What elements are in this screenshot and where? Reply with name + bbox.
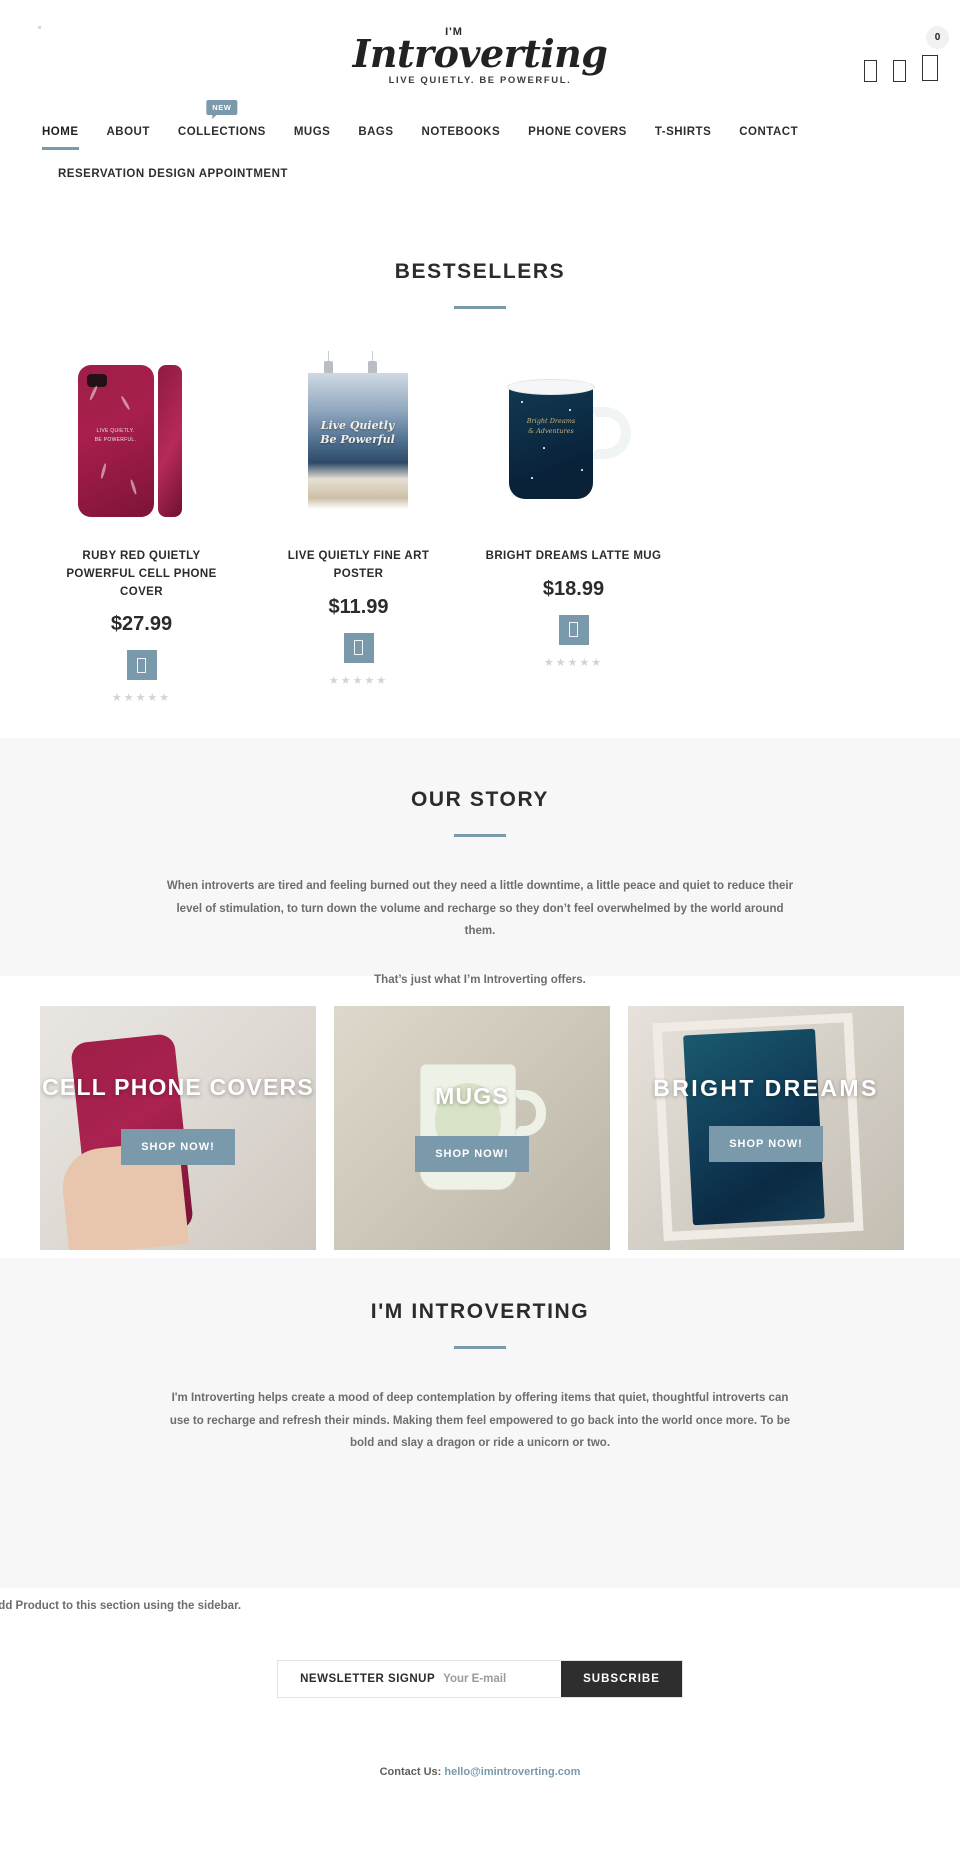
empty-section-placeholder: Add Product to this section using the si… [0,1600,242,1612]
section-rule [454,834,506,838]
nav-label: RESERVATION DESIGN APPOINTMENT [58,168,288,180]
bestsellers-title: BESTSELLERS [394,260,566,283]
contact-label: Contact Us: [379,1766,442,1779]
search-icon[interactable] [864,59,877,82]
category-banner-row: CELL PHONE COVERS SHOP NOW! MUGS SHOP NO… [0,976,960,1251]
product-name: RUBY RED QUIETLY POWERFUL CELL PHONE COV… [66,550,217,598]
nav-row-secondary: RESERVATION DESIGN APPOINTMENT [28,156,960,198]
phone-cover-artwork [62,351,222,526]
nav-item-notebooks[interactable]: NOTEBOOKS [408,122,515,144]
mug-artwork: Bright Dreams & Adventures [491,351,656,526]
nav-item-about[interactable]: ABOUT [93,122,164,144]
subscribe-button[interactable]: SUBSCRIBE [561,1661,682,1698]
mug-handle [587,407,631,459]
newsletter-section: NEWSLETTER SIGNUP SUBSCRIBE [0,1660,960,1699]
cart-icon [354,640,363,656]
phone-front [77,365,154,517]
nav-label: HOME [42,126,79,138]
banner-artwork [334,1006,610,1250]
newsletter-form: NEWSLETTER SIGNUP SUBSCRIBE [277,1660,683,1699]
nav-label: PHONE COVERS [528,126,627,138]
cart-icon [922,55,938,81]
our-story-paragraph-1: When introverts are tired and feeling bu… [166,880,794,938]
logo-tagline: LIVE QUIETLY. BE POWERFUL. [388,74,572,86]
account-icon[interactable] [893,59,906,82]
nav-item-collections[interactable]: NEW COLLECTIONS [164,100,280,144]
poster-sheet: Live Quietly Be Powerful [307,373,408,509]
product-rating-stars: ★★★★★ [328,674,389,687]
shop-now-button[interactable]: SHOP NOW! [415,1135,529,1172]
newsletter-email-input[interactable] [443,1661,562,1698]
product-card[interactable]: Bright Dreams & Adventures BRIGHT DREAMS … [480,351,667,669]
product-price: $18.99 [542,577,605,600]
nav-label: T-SHIRTS [654,126,712,138]
bestsellers-section: BESTSELLERS RUBY RED QUIETLY POWERFUL CE… [0,198,960,704]
nav-item-phone-covers[interactable]: PHONE COVERS [514,122,641,144]
product-price: $27.99 [110,613,173,636]
product-name: LIVE QUIETLY FINE ART POSTER [287,550,430,580]
active-nav-underline [42,147,79,150]
about-brand-paragraph: I'm Introverting helps create a mood of … [169,1392,791,1450]
nav-label: CONTACT [739,126,799,138]
banner-title: MUGS [435,1082,509,1109]
about-brand-title: I'M INTROVERTING [370,1300,590,1324]
add-to-cart-button[interactable] [558,614,589,645]
new-badge: NEW [206,100,238,119]
cart-button[interactable]: 0 [922,26,949,86]
contact-email-link[interactable]: hello@imintroverting.com [444,1766,580,1778]
product-image[interactable] [48,351,235,526]
site-logo[interactable]: I'M Introverting LIVE QUIETLY. BE POWERF… [0,26,960,86]
our-story-section: OUR STORY When introverts are tired and … [0,738,960,986]
cart-icon [137,657,146,673]
section-rule [454,306,506,309]
nav-label: BAGS [358,126,394,138]
category-banner-cell-phone-covers[interactable]: CELL PHONE COVERS SHOP NOW! [40,1006,316,1251]
cart-icon [569,622,578,638]
poster-artwork: Live Quietly Be Powerful [284,351,434,526]
product-name: BRIGHT DREAMS LATTE MUG [485,550,662,562]
poster-caption: Live Quietly Be Powerful [320,419,395,446]
site-footer: Contact Us: hello@imintroverting.com [0,1766,960,1778]
our-story-title: OUR STORY [410,788,550,812]
category-banner-mugs[interactable]: MUGS SHOP NOW! [334,1006,610,1251]
banner-title: CELL PHONE COVERS [42,1073,314,1100]
product-rating-stars: ★★★★★ [111,692,172,705]
product-price: $11.99 [328,595,389,618]
section-rule [454,1346,506,1350]
about-brand-section: I'M INTROVERTING I'm Introverting helps … [0,1258,960,1589]
shop-now-button[interactable]: SHOP NOW! [121,1128,235,1165]
nav-item-contact[interactable]: CONTACT [725,122,812,144]
nav-item-reservation-design-appointment[interactable]: RESERVATION DESIGN APPOINTMENT [44,164,302,186]
nav-label: MUGS [293,126,331,138]
phone-side [157,365,182,517]
site-header: I'M Introverting LIVE QUIETLY. BE POWERF… [0,0,960,112]
product-image[interactable]: Live Quietly Be Powerful [265,351,452,526]
product-image[interactable]: Bright Dreams & Adventures [480,351,667,526]
shop-now-button[interactable]: SHOP NOW! [709,1125,823,1162]
nav-row-primary: HOME ABOUT NEW COLLECTIONS MUGS BAGS NOT… [28,100,960,156]
nav-item-t-shirts[interactable]: T-SHIRTS [641,122,725,144]
product-card[interactable]: RUBY RED QUIETLY POWERFUL CELL PHONE COV… [48,351,235,704]
mug-rim [507,379,595,395]
product-grid: RUBY RED QUIETLY POWERFUL CELL PHONE COV… [0,351,960,704]
category-banner-bright-dreams[interactable]: BRIGHT DREAMS SHOP NOW! [628,1006,904,1251]
nav-item-bags[interactable]: BAGS [344,122,407,144]
add-to-cart-button[interactable] [343,632,374,663]
logo-wordmark: Introverting [352,31,608,76]
add-to-cart-button[interactable] [126,650,157,681]
banner-title: BRIGHT DREAMS [653,1074,879,1101]
nav-label: NOTEBOOKS [421,126,501,138]
header-icon-group: 0 [864,26,949,86]
nav-item-mugs[interactable]: MUGS [280,122,345,144]
newsletter-label: NEWSLETTER SIGNUP [300,1673,436,1686]
nav-item-home[interactable]: HOME [28,122,93,150]
cart-count-badge: 0 [926,26,949,49]
product-rating-stars: ★★★★★ [543,656,604,669]
mug-caption: Bright Dreams & Adventures [526,417,576,435]
product-card[interactable]: Live Quietly Be Powerful LIVE QUIETLY FIN… [265,351,452,687]
nav-label: COLLECTIONS [177,126,266,138]
nav-label: ABOUT [106,126,150,138]
main-navigation: HOME ABOUT NEW COLLECTIONS MUGS BAGS NOT… [0,100,960,198]
